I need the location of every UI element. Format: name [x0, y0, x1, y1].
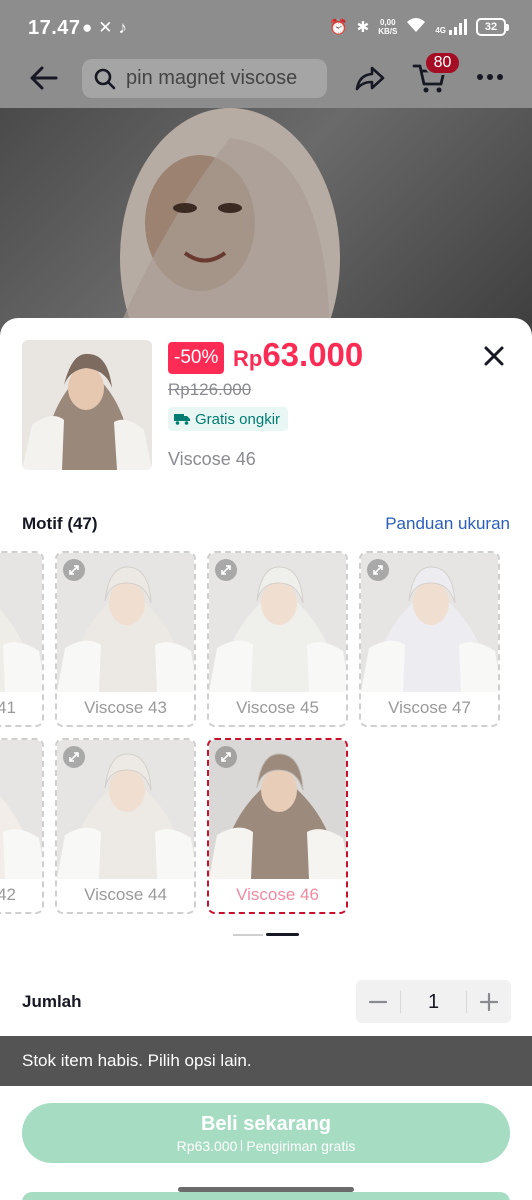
motif-section-title: Motif (47) [22, 514, 98, 533]
status-right: ⏰ ✱ 0,00 KB/S 4G 32 [328, 17, 509, 37]
quantity-label: Jumlah [22, 992, 82, 1011]
status-bar: 17.47 ● ✕ ♪ ⏰ ✱ 0,00 KB/S 4G 32 [0, 0, 532, 56]
net-speed: 0,00 KB/S [378, 18, 397, 36]
variant-grid: 41 Viscose 43 Viscose 45 Viscose 47 42 V… [0, 551, 532, 921]
status-time: 17.47 [28, 17, 81, 39]
alarm-icon: ⏰ [328, 19, 348, 36]
buy-now-price: Rp63.000 [176, 1137, 238, 1154]
buy-now-button[interactable]: Beli sekarang Rp63.000 Pengiriman gratis [22, 1103, 510, 1163]
unavailable-overlay [0, 740, 42, 879]
nav-bar: pin magnet viscose 80 [0, 51, 532, 106]
close-icon[interactable] [480, 342, 508, 370]
search-icon [94, 68, 116, 89]
expand-icon[interactable] [63, 559, 85, 581]
bluetooth-icon: ✱ [356, 19, 370, 36]
share-icon[interactable] [354, 62, 386, 94]
quantity-value[interactable]: 1 [400, 990, 467, 1013]
variant-card-selected[interactable]: Viscose 46 [207, 738, 348, 914]
signal-icon: 4G [435, 19, 467, 35]
size-guide-link[interactable]: Panduan ukuran [385, 514, 510, 534]
current-price: Rp63.000 [233, 336, 363, 374]
variant-card[interactable]: Viscose 43 [55, 551, 196, 727]
product-hero-image [0, 108, 532, 348]
free-shipping-label: Gratis ongkir [195, 410, 281, 428]
variant-card[interactable]: Viscose 45 [207, 551, 348, 727]
product-thumbnail [22, 340, 152, 470]
expand-icon[interactable] [215, 746, 237, 768]
search-input[interactable]: pin magnet viscose [82, 59, 327, 98]
variant-image [0, 553, 42, 692]
variant-image [0, 740, 42, 879]
variant-label: Viscose 44 [84, 884, 167, 904]
wifi-icon [406, 17, 426, 37]
plus-icon[interactable] [467, 980, 511, 1023]
net-speed-value: 0,00 [379, 18, 396, 27]
home-indicator[interactable] [178, 1187, 354, 1192]
expand-icon[interactable] [215, 559, 237, 581]
selected-variant-name: Viscose 46 [168, 449, 256, 469]
quantity-stepper: 1 [356, 980, 511, 1023]
separator [241, 1139, 243, 1151]
out-of-stock-toast: Stok item habis. Pilih opsi lain. [0, 1036, 532, 1086]
variant-card[interactable]: Viscose 44 [55, 738, 196, 914]
status-app-icons: ● ✕ ♪ [82, 18, 127, 38]
variant-label: Viscose 47 [388, 697, 471, 717]
variant-card[interactable]: Viscose 47 [359, 551, 500, 727]
page-dot-inactive [233, 934, 263, 936]
tiktok-icon: ♪ [118, 18, 128, 37]
variant-label: 41 [0, 697, 16, 717]
more-icon[interactable] [474, 66, 506, 88]
secondary-button-peek[interactable] [22, 1192, 510, 1200]
page-dot-active [266, 933, 299, 936]
variant-card[interactable]: 42 [0, 738, 44, 914]
minus-icon[interactable] [356, 980, 400, 1023]
price-currency: Rp [233, 346, 263, 371]
variant-label: Viscose 45 [236, 697, 319, 717]
original-price: Rp126.000 [168, 380, 252, 399]
cart-count-badge: 80 [424, 51, 461, 75]
search-query: pin magnet viscose [126, 67, 298, 89]
buy-now-shipping: Pengiriman gratis [246, 1137, 356, 1154]
variant-card[interactable]: 41 [0, 551, 44, 727]
back-arrow-icon[interactable] [28, 62, 60, 94]
unavailable-overlay [0, 553, 42, 692]
background-header: 17.47 ● ✕ ♪ ⏰ ✱ 0,00 KB/S 4G 32 pin magn… [0, 0, 532, 108]
net-speed-unit: KB/S [378, 27, 398, 36]
variant-label: Viscose 46 [236, 884, 319, 904]
x-logo-icon: ✕ [98, 18, 113, 37]
chat-bubble-icon: ● [82, 18, 93, 37]
buy-now-label: Beli sekarang [200, 1112, 332, 1135]
variant-label: Viscose 43 [84, 697, 167, 717]
buy-now-subtitle: Rp63.000 Pengiriman gratis [177, 1138, 356, 1154]
price-amount: 63.000 [262, 336, 364, 373]
free-shipping-chip: Gratis ongkir [168, 407, 289, 431]
discount-badge: -50% [168, 342, 225, 374]
expand-icon[interactable] [63, 746, 85, 768]
expand-icon[interactable] [367, 559, 389, 581]
truck-icon [174, 414, 190, 425]
network-type: 4G [435, 26, 446, 35]
battery-icon: 32 [476, 18, 509, 36]
variant-label: 42 [0, 884, 16, 904]
grid-page-indicator [233, 933, 299, 937]
